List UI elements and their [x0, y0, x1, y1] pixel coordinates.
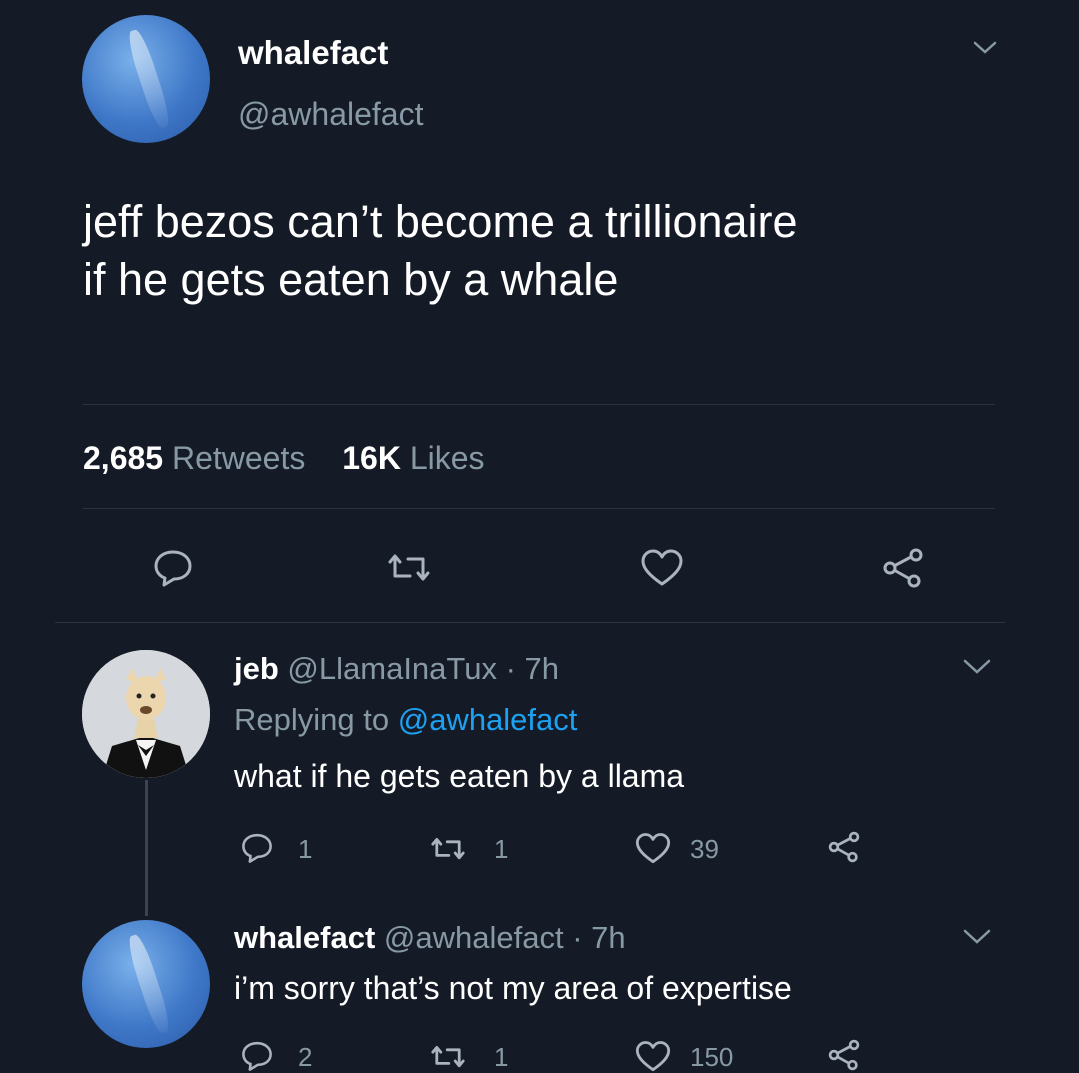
reply-header: whalefact @awhalefact · 7h	[234, 920, 626, 956]
tweet-text-line: if he gets eaten by a whale	[83, 254, 619, 305]
reply-text: what if he gets eaten by a llama	[234, 758, 685, 794]
retweet-label[interactable]: Retweets	[172, 440, 305, 476]
divider	[83, 508, 995, 509]
like-icon[interactable]	[634, 832, 672, 865]
avatar-whalefact[interactable]	[82, 920, 210, 1048]
reply-icon[interactable]	[240, 832, 274, 864]
replying-handle-link[interactable]: @awhalefact	[398, 702, 578, 737]
like-count: 39	[690, 834, 719, 864]
thread-line	[145, 780, 148, 916]
reply-count: 2	[298, 1042, 313, 1072]
reply-icon[interactable]	[240, 1040, 274, 1072]
replying-to: Replying to @awhalefact	[234, 702, 577, 738]
tweet-text: jeff bezos can’t become a trillionaire i…	[83, 193, 798, 309]
retweet-icon[interactable]	[428, 834, 468, 864]
share-icon[interactable]	[826, 830, 862, 864]
display-name[interactable]: whalefact	[234, 920, 375, 955]
handle[interactable]: @LlamaInaTux	[287, 651, 497, 686]
chevron-down-icon[interactable]	[962, 928, 992, 946]
tweet-text-line: jeff bezos can’t become a trillionaire	[83, 196, 798, 247]
reply-icon[interactable]	[152, 548, 194, 588]
handle[interactable]: @awhalefact	[238, 96, 423, 133]
divider	[83, 404, 995, 405]
replying-label: Replying to	[234, 702, 390, 737]
like-icon[interactable]	[634, 1040, 672, 1073]
like-icon[interactable]	[639, 548, 685, 588]
timestamp[interactable]: · 7h	[506, 651, 559, 686]
reply-text: i’m sorry that’s not my area of expertis…	[234, 970, 792, 1006]
handle[interactable]: @awhalefact	[384, 920, 564, 955]
chevron-down-icon[interactable]	[972, 40, 998, 56]
chevron-down-icon[interactable]	[962, 658, 992, 676]
share-icon[interactable]	[826, 1038, 862, 1072]
display-name[interactable]: whalefact	[238, 34, 388, 72]
retweet-icon[interactable]	[428, 1042, 468, 1072]
retweet-count: 1	[494, 834, 509, 864]
like-count[interactable]: 16K	[342, 440, 401, 476]
avatar-jeb[interactable]	[82, 650, 210, 778]
reply-header: jeb @LlamaInaTux · 7h	[234, 651, 559, 687]
divider	[55, 622, 1005, 623]
share-icon[interactable]	[880, 546, 926, 590]
retweet-count: 1	[494, 1042, 509, 1072]
retweet-icon[interactable]	[384, 550, 434, 586]
display-name[interactable]: jeb	[234, 651, 279, 686]
reply-count: 1	[298, 834, 313, 864]
like-label[interactable]: Likes	[410, 440, 485, 476]
avatar-whalefact[interactable]	[82, 15, 210, 143]
timestamp[interactable]: · 7h	[572, 920, 625, 955]
retweet-count[interactable]: 2,685	[83, 440, 163, 476]
tweet-stats: 2,685 Retweets 16K Likes	[83, 440, 485, 477]
like-count: 150	[690, 1042, 734, 1072]
